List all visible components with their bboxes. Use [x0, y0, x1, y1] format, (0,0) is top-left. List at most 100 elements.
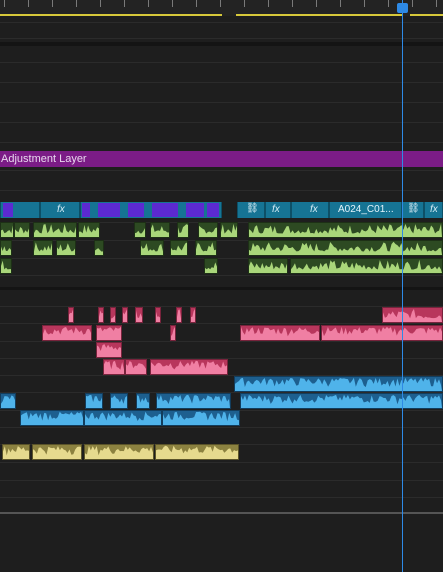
- audio-clip-green[interactable]: [248, 222, 443, 238]
- ruler-tick: [316, 0, 317, 7]
- audio-clip-blue[interactable]: [85, 393, 103, 409]
- audio-clip-pink[interactable]: [103, 359, 125, 375]
- track-lane-divider: [0, 170, 443, 171]
- video-clip[interactable]: fx: [40, 202, 80, 218]
- playhead-line[interactable]: [402, 0, 403, 572]
- video-clip-segment[interactable]: [98, 203, 120, 217]
- video-clip-segment[interactable]: [128, 203, 144, 217]
- video-clip-segment[interactable]: [82, 203, 90, 217]
- ruler-tick: [28, 0, 29, 7]
- track-lane-divider: [0, 480, 443, 481]
- audio-clip-blue[interactable]: [234, 376, 443, 392]
- audio-clip-pink[interactable]: [155, 307, 161, 323]
- audio-clip-blue[interactable]: [156, 393, 231, 409]
- work-area-bar[interactable]: [410, 14, 443, 16]
- audio-clip-pink[interactable]: [321, 325, 443, 341]
- audio-clip-green[interactable]: [248, 258, 288, 274]
- audio-clip-pink[interactable]: [382, 307, 443, 323]
- audio-clip-green[interactable]: [150, 222, 170, 238]
- audio-clip-blue[interactable]: [162, 410, 240, 426]
- audio-clip-blue[interactable]: [0, 393, 16, 409]
- adjustment-layer-clip[interactable]: Adjustment Layer: [0, 151, 443, 167]
- audio-clip-green[interactable]: [198, 222, 218, 238]
- track-lane-divider: [0, 427, 443, 428]
- audio-clip-green[interactable]: [204, 258, 218, 274]
- video-clip-segment[interactable]: [3, 203, 13, 217]
- audio-clip-blue[interactable]: [20, 410, 84, 426]
- audio-clip-pink[interactable]: [42, 325, 92, 341]
- audio-clip-pink[interactable]: [150, 359, 228, 375]
- audio-clip-green[interactable]: [0, 258, 12, 274]
- audio-clip-blue[interactable]: [136, 393, 150, 409]
- audio-clip-green[interactable]: [140, 240, 164, 256]
- audio-clip-green[interactable]: [170, 240, 188, 256]
- track-lane-divider: [0, 341, 443, 342]
- audio-clip-green[interactable]: [94, 240, 104, 256]
- audio-clip-yellow[interactable]: [2, 444, 30, 460]
- audio-clip-pink[interactable]: [176, 307, 182, 323]
- work-area-bar[interactable]: [236, 14, 402, 16]
- audio-clip-pink[interactable]: [190, 307, 196, 323]
- ruler-tick: [220, 0, 221, 7]
- video-clip[interactable]: fx: [265, 202, 291, 218]
- audio-clip-blue[interactable]: [84, 410, 162, 426]
- audio-clip-yellow[interactable]: [32, 444, 82, 460]
- time-ruler[interactable]: [0, 0, 443, 16]
- fx-badge: fx: [430, 204, 438, 215]
- audio-clip-yellow[interactable]: [155, 444, 239, 460]
- audio-clip-green[interactable]: [78, 222, 100, 238]
- work-area-bar[interactable]: [0, 14, 222, 16]
- audio-clip-green[interactable]: [0, 240, 12, 256]
- audio-clip-pink[interactable]: [170, 325, 176, 341]
- fx-badge: fx: [310, 204, 318, 215]
- audio-clip-pink[interactable]: [135, 307, 143, 323]
- video-clip[interactable]: ⛓: [237, 202, 265, 218]
- audio-clip-green[interactable]: [134, 222, 146, 238]
- audio-clip-green[interactable]: [220, 222, 238, 238]
- track-lane-divider: [0, 190, 443, 191]
- track-separator: [0, 42, 443, 46]
- video-clip-segment[interactable]: [207, 203, 219, 217]
- audio-clip-green[interactable]: [14, 222, 30, 238]
- ruler-tick: [124, 0, 125, 7]
- track-lane-divider: [0, 122, 443, 123]
- audio-clip-pink[interactable]: [125, 359, 147, 375]
- track-lane-divider: [0, 306, 443, 307]
- audio-clip-blue[interactable]: [110, 393, 128, 409]
- audio-clip-green[interactable]: [195, 240, 217, 256]
- clip-name-label: A024_C01...: [338, 204, 394, 215]
- audio-clip-pink[interactable]: [240, 325, 320, 341]
- timeline-panel[interactable]: Adjustment Layer fx ⛓ fx fx A024_C01... …: [0, 0, 443, 572]
- fx-badge: fx: [272, 204, 280, 215]
- audio-clip-green[interactable]: [248, 240, 443, 256]
- audio-clip-green[interactable]: [290, 258, 443, 274]
- audio-clip-green[interactable]: [56, 240, 76, 256]
- video-clip[interactable]: ⛓: [402, 202, 424, 218]
- audio-clip-blue[interactable]: [240, 393, 443, 409]
- transition-icon: ⛓: [246, 203, 259, 214]
- transition-icon: ⛓: [407, 203, 420, 214]
- audio-clip-pink[interactable]: [98, 307, 104, 323]
- playhead-marker-icon[interactable]: [397, 3, 408, 13]
- video-clip[interactable]: fx: [291, 202, 329, 218]
- track-lane-divider: [0, 102, 443, 103]
- audio-clip-pink[interactable]: [96, 342, 122, 358]
- video-clip-named[interactable]: A024_C01...: [329, 202, 402, 218]
- audio-clip-yellow[interactable]: [84, 444, 154, 460]
- audio-clip-pink[interactable]: [122, 307, 128, 323]
- audio-clip-pink[interactable]: [96, 325, 122, 341]
- adjustment-layer-label: Adjustment Layer: [1, 153, 87, 165]
- audio-clip-green[interactable]: [33, 222, 77, 238]
- track-lane-divider: [0, 62, 443, 63]
- audio-clip-pink[interactable]: [68, 307, 74, 323]
- audio-clip-green[interactable]: [0, 222, 14, 238]
- ruler-tick: [364, 0, 365, 7]
- video-clip-segment[interactable]: [186, 203, 204, 217]
- audio-clip-pink[interactable]: [110, 307, 116, 323]
- audio-clip-green[interactable]: [177, 222, 189, 238]
- ruler-tick: [76, 0, 77, 7]
- video-clip-segment[interactable]: [152, 203, 178, 217]
- audio-clip-green[interactable]: [33, 240, 53, 256]
- video-clip[interactable]: fx: [424, 202, 443, 218]
- track-end-divider: [0, 512, 443, 514]
